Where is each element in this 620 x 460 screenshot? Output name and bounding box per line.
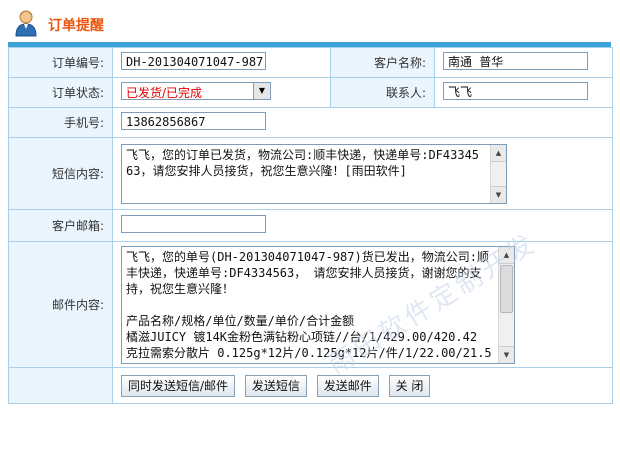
send-mail-button[interactable]: 发送邮件 [316,374,379,397]
sms-content: 飞飞，您的订单已发货，物流公司:顺丰快递，快递单号:DF4334563，请您安排… [126,147,480,178]
sms-label: 短信内容: [8,137,113,210]
order-no-label: 订单编号: [8,47,113,78]
page-header: 订单提醒 [8,6,612,38]
mail-label: 邮件内容: [8,241,113,368]
email-field[interactable] [121,215,266,233]
order-status-value: 已发货/已完成 [126,86,203,100]
contact-field[interactable]: 飞飞 [443,82,588,100]
contact-label: 联系人: [330,77,435,108]
email-label: 客户邮箱: [8,209,113,242]
sms-scrollbar[interactable]: ▲ ▼ [490,144,506,203]
sms-textarea[interactable]: 飞飞，您的订单已发货，物流公司:顺丰快递，快递单号:DF4334563，请您安排… [121,143,507,204]
send-both-button[interactable]: 同时发送短信/邮件 [121,374,236,397]
order-status-label: 订单状态: [8,77,113,108]
page-title: 订单提醒 [48,18,104,34]
send-sms-button[interactable]: 发送短信 [244,374,307,397]
mobile-field[interactable]: 13862856867 [121,112,266,130]
scroll-up-icon[interactable]: ▲ [491,144,506,162]
scroll-down-icon[interactable]: ▼ [499,345,514,363]
mobile-label: 手机号: [8,107,113,138]
scroll-down-icon[interactable]: ▼ [491,185,506,203]
customer-name-field[interactable]: 南通 普华 [443,52,588,70]
close-button[interactable]: 关 闭 [388,374,431,397]
order-no-field[interactable]: DH-201304071047-987 [121,52,266,70]
order-status-select[interactable]: 已发货/已完成 ▼ [121,82,271,100]
actions-label-cell [8,367,113,404]
customer-name-label: 客户名称: [330,47,435,78]
chevron-down-icon[interactable]: ▼ [253,83,270,99]
user-icon [15,10,37,37]
